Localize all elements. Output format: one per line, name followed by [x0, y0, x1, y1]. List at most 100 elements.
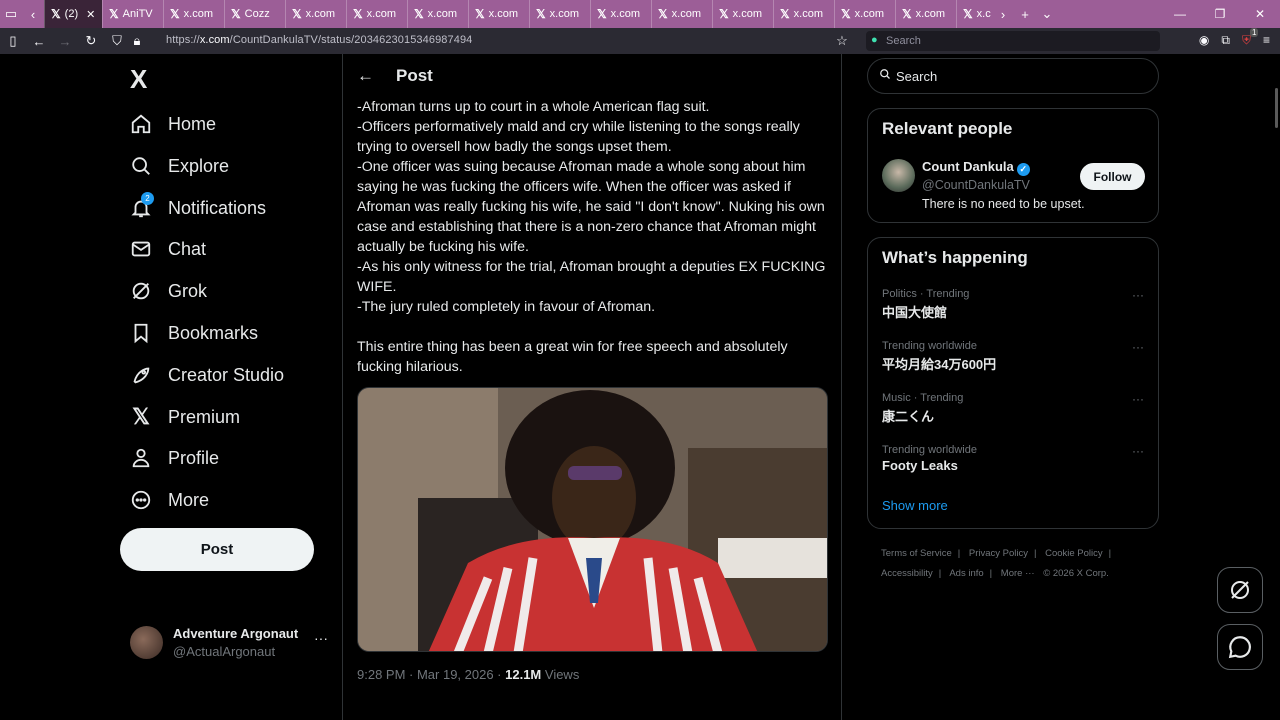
browser-tab[interactable]: 𝕏 Cozz — [224, 0, 285, 28]
menu-icon[interactable]: ≡ — [1263, 33, 1270, 48]
nav-label: Profile — [168, 447, 220, 468]
scroll-tabs-right-icon[interactable]: › — [992, 0, 1014, 28]
person-name[interactable]: Count Dankula ✓ — [922, 159, 1030, 176]
forward-icon[interactable]: → — [52, 34, 78, 49]
trend-title: 平均月給34万600円 — [882, 357, 997, 372]
footer-link[interactable]: Cookie Policy — [1045, 548, 1103, 559]
footer-link[interactable]: Ads info — [949, 568, 983, 579]
person-handle[interactable]: @CountDankulaTV — [922, 178, 1030, 192]
browser-tab[interactable]: 𝕏x.com — [590, 0, 651, 28]
footer-link[interactable]: More ··· — [1001, 568, 1035, 579]
nav-label: More — [168, 489, 210, 510]
scroll-tabs-left-icon[interactable]: ‹ — [22, 0, 44, 28]
account-switcher[interactable]: Adventure Argonaut @ActualArgonaut ··· — [130, 626, 342, 662]
post-metadata: 9:28 PM · Mar 19, 2026 · 12.1M Views — [357, 667, 579, 682]
nav-chat[interactable]: Chat — [128, 229, 206, 269]
nav-explore[interactable]: Explore — [128, 146, 229, 186]
footer-link[interactable]: Accessibility — [881, 568, 933, 579]
post-button[interactable]: Post — [120, 528, 314, 571]
person-name-text: Count Dankula — [922, 159, 1014, 174]
browser-tab[interactable]: 𝕏x.com — [468, 0, 529, 28]
x-favicon-icon: 𝕏 — [170, 7, 180, 21]
browser-tab[interactable]: 𝕏x.com — [163, 0, 224, 28]
browser-tab[interactable]: 𝕏x.com — [834, 0, 895, 28]
nav-more[interactable]: More — [128, 480, 209, 520]
browser-tab[interactable]: 𝕏x.com — [407, 0, 468, 28]
video-frame-illustration — [358, 388, 827, 651]
nav-home[interactable]: Home — [128, 104, 216, 144]
back-icon[interactable]: ← — [26, 34, 52, 49]
page-scrollbar[interactable] — [1275, 88, 1278, 128]
list-tabs-icon[interactable]: ⌄ — [1036, 0, 1058, 28]
ublock-icon[interactable]: ⛨ 1 — [1242, 28, 1259, 48]
shield-icon[interactable]: ⛉ — [104, 33, 130, 49]
account-icon[interactable]: ◉ — [1199, 33, 1209, 48]
nav-premium[interactable]: 𝕏 Premium — [128, 397, 240, 437]
browser-search-field[interactable]: ● Search — [866, 31, 1160, 51]
close-window-icon[interactable]: ✕ — [1240, 0, 1280, 28]
extension-badge: 1 — [1249, 28, 1259, 37]
trend-title: 康二くん — [882, 409, 935, 424]
mail-icon — [128, 236, 154, 262]
back-arrow-icon[interactable]: ← — [357, 66, 374, 86]
nav-creator-studio[interactable]: Creator Studio — [128, 355, 284, 395]
trend-item[interactable]: Trending worldwide Footy Leaks ··· — [882, 444, 1144, 473]
trend-item[interactable]: Trending worldwide 平均月給34万600円 ··· — [882, 340, 1144, 373]
trend-item[interactable]: Politics · Trending 中国大使館 ··· — [882, 288, 1144, 321]
post-timestamp[interactable]: 9:28 PM · Mar 19, 2026 · — [357, 667, 505, 682]
grok-fab-button[interactable] — [1217, 567, 1263, 613]
close-tab-icon[interactable]: ✕ — [86, 8, 95, 21]
sidebar-toggle-icon[interactable]: ▯ — [0, 33, 26, 49]
extensions-icon[interactable]: ⧉ — [1221, 33, 1230, 48]
trend-item[interactable]: Music · Trending 康二くん ··· — [882, 392, 1144, 425]
footer-link[interactable]: Terms of Service — [881, 548, 952, 559]
search-input[interactable]: Search — [867, 58, 1159, 94]
search-engine-icon: ● — [871, 34, 878, 46]
browser-tab[interactable]: 𝕏x.com — [651, 0, 712, 28]
tab-label: Cozz — [244, 8, 270, 20]
show-more-link[interactable]: Show more — [882, 498, 948, 513]
follow-button[interactable]: Follow — [1080, 163, 1145, 190]
browser-tab[interactable]: 𝕏x.com — [895, 0, 956, 28]
new-tab-icon[interactable]: + — [1014, 0, 1036, 28]
url-bar[interactable]: https://x.com/CountDankulaTV/status/2034… — [166, 34, 472, 46]
x-logo[interactable]: X — [130, 64, 147, 95]
browser-tab-active[interactable]: 𝕏 (2) ✕ — [44, 0, 102, 28]
browser-tab[interactable]: 𝕏x.com — [712, 0, 773, 28]
browser-tab[interactable]: 𝕏x.c — [956, 0, 992, 28]
footer-link[interactable]: Privacy Policy — [969, 548, 1028, 559]
more-options-icon[interactable]: ··· — [1132, 340, 1144, 354]
browser-tab[interactable]: 𝕏 AniTV — [102, 0, 163, 28]
x-favicon-icon: 𝕏 — [597, 7, 607, 21]
tab-label: x.com — [549, 8, 580, 20]
tab-overview-icon[interactable]: ▭ — [0, 0, 22, 28]
tab-label: x.com — [915, 8, 946, 20]
browser-tab[interactable]: 𝕏x.com — [529, 0, 590, 28]
browser-tab[interactable]: 𝕏x.com — [773, 0, 834, 28]
trend-title: 中国大使館 — [882, 305, 948, 320]
more-options-icon[interactable]: ··· — [1132, 444, 1144, 458]
tab-label: x.com — [488, 8, 519, 20]
trend-context: Trending worldwide — [882, 444, 977, 456]
views-label: Views — [541, 667, 580, 682]
post-video[interactable] — [357, 387, 828, 652]
nav-grok[interactable]: Grok — [128, 271, 207, 311]
nav-profile[interactable]: Profile — [128, 438, 219, 478]
browser-tab[interactable]: 𝕏x.com — [346, 0, 407, 28]
bookmark-star-icon[interactable]: ☆ — [829, 33, 855, 49]
minimize-icon[interactable]: — — [1160, 0, 1200, 28]
search-placeholder: Search — [896, 69, 938, 84]
nav-bookmarks[interactable]: Bookmarks — [128, 313, 258, 353]
views-count: 12.1M — [505, 667, 542, 682]
reload-icon[interactable]: ↻ — [78, 33, 104, 49]
restore-icon[interactable]: ❐ — [1200, 0, 1240, 28]
messages-fab-button[interactable] — [1217, 624, 1263, 670]
lock-icon[interactable]: 🔒︎ — [130, 33, 144, 49]
account-menu-icon[interactable]: ··· — [314, 630, 328, 646]
trend-context: Music · Trending — [882, 392, 964, 404]
more-options-icon[interactable]: ··· — [1132, 288, 1144, 302]
browser-tab[interactable]: 𝕏x.com — [285, 0, 346, 28]
more-options-icon[interactable]: ··· — [1132, 392, 1144, 406]
avatar[interactable] — [882, 159, 915, 192]
nav-notifications[interactable]: 2 Notifications — [128, 188, 266, 228]
